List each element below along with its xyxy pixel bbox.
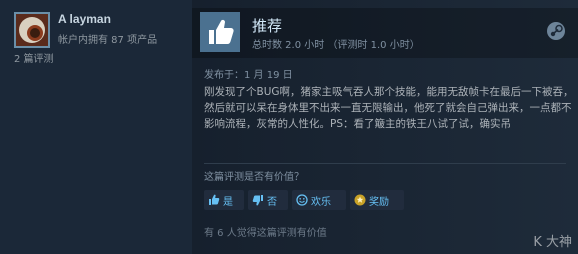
vote-no-button[interactable]: 否 xyxy=(248,190,288,210)
review-count[interactable]: 2 篇评测 xyxy=(14,50,54,65)
username[interactable]: A layman xyxy=(58,12,111,26)
posted-date: 发布于：1 月 19 日 xyxy=(204,70,293,81)
vote-yes-button[interactable]: 是 xyxy=(204,190,244,210)
recommendation-title: 推荐 xyxy=(252,17,283,35)
review-body: 刚发现了个BUG啊，猪家主吸气吞人那个技能，能用无敌帧卡在最后一下被吞，然后就可… xyxy=(204,86,574,130)
divider xyxy=(204,163,566,164)
award-button[interactable]: 奖励 xyxy=(350,190,404,210)
reviewer-panel: A layman 帐户内拥有 87 项产品 2 篇评测 xyxy=(0,0,190,254)
products-owned[interactable]: 帐户内拥有 87 项产品 xyxy=(58,31,157,46)
vote-no-label: 否 xyxy=(267,196,277,208)
award-icon xyxy=(354,194,366,206)
helpful-question: 这篇评测是否有价值？ xyxy=(204,172,304,183)
playtime-hours: 总时数 2.0 小时 （评测时 1.0 小时） xyxy=(252,40,420,51)
avatar[interactable] xyxy=(14,12,50,48)
award-label: 奖励 xyxy=(369,196,389,208)
helpful-count: 有 6 人觉得这篇评测有价值 xyxy=(204,228,327,239)
thumbs-up-icon xyxy=(200,12,240,52)
vote-funny-label: 欢乐 xyxy=(311,196,331,208)
review-panel: 推荐 总时数 2.0 小时 （评测时 1.0 小时） 发布于：1 月 19 日 … xyxy=(192,0,578,254)
funny-face-icon xyxy=(296,194,308,206)
vote-yes-label: 是 xyxy=(223,196,233,208)
steam-logo-icon xyxy=(547,22,565,40)
avatar-eye-graphic xyxy=(19,17,45,43)
review-header[interactable]: 推荐 总时数 2.0 小时 （评测时 1.0 小时） xyxy=(192,8,578,58)
thumbs-up-icon xyxy=(209,194,220,205)
vote-funny-button[interactable]: 欢乐 xyxy=(292,190,346,210)
thumbs-down-icon xyxy=(252,195,263,206)
watermark: K 大神 xyxy=(533,235,572,250)
